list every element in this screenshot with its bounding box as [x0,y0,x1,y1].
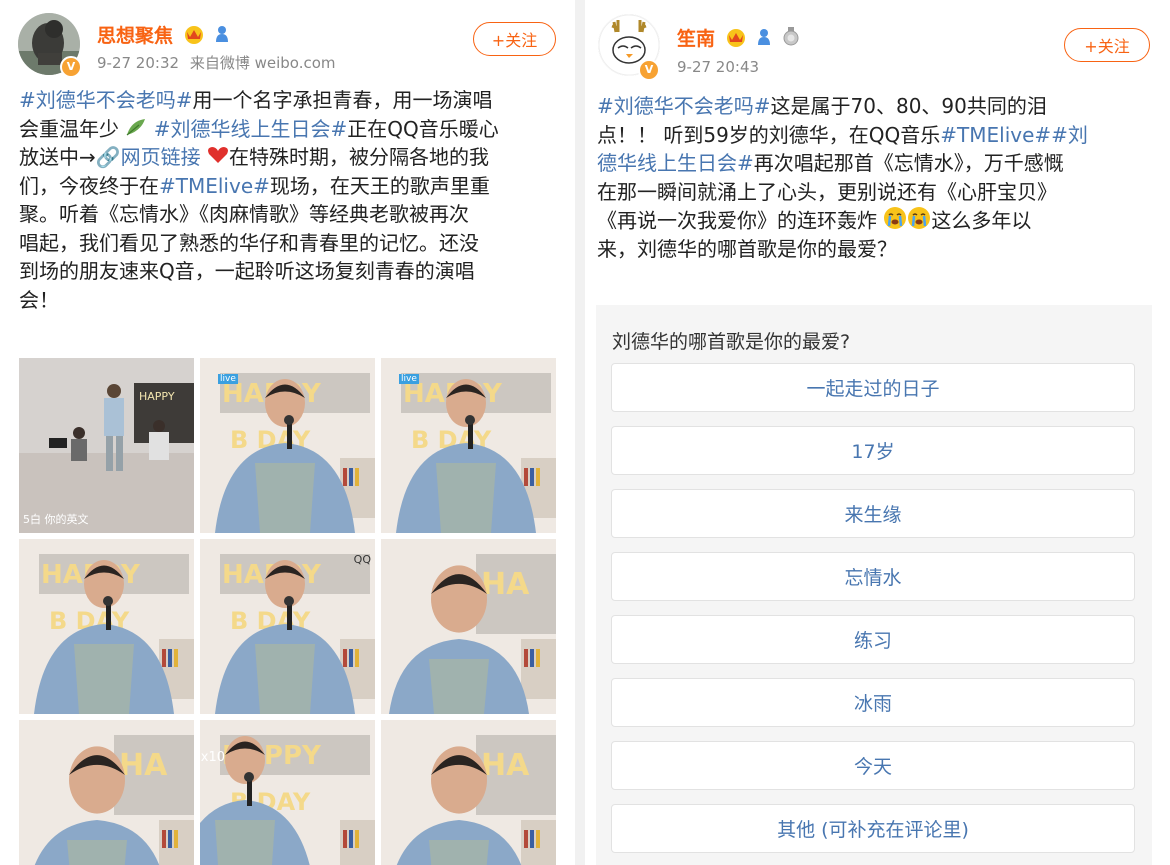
verified-badge-icon: V [60,56,82,78]
post-text-line: 《再说一次我爱你》的连环轰炸 这么多年以 [597,206,1088,235]
leaf-icon [125,116,147,145]
timestamp: 9-27 20:43 [677,58,760,76]
poll-option-button[interactable]: 冰雨 [611,678,1135,727]
photo-thumbnail[interactable]: HAPPYB DAY [19,539,194,714]
crying-face-icon [883,206,907,238]
photo-thumbnail[interactable]: HA [381,720,556,865]
text-segment: 聚。听着《忘情水》《肉麻情歌》等经典老歌被再次 [19,202,469,226]
post-text-line: #刘德华不会老吗#用一个名字承担青春，用一场演唱 [19,86,499,115]
svg-text:HA: HA [119,748,168,783]
text-segment: 会！ [19,287,59,312]
photo-thumbnail[interactable]: HAPPYB DAYlive [200,358,375,533]
photo-thumbnail[interactable]: HAPPY B DAY x10 [200,720,375,865]
photo-thumbnail[interactable]: HAPPYB DAYlive [381,358,556,533]
follow-button[interactable]: +关注 [473,22,556,56]
username[interactable]: 思想聚焦 [97,21,230,49]
text-segment: 唱起，我们看见了熟悉的华仔和青春里的记忆。还没 [19,230,479,255]
post-meta: 9-27 20:43 [677,58,759,76]
text-segment: 用一个名字承担青春，用一场演唱 [192,88,493,112]
photo-thumbnail[interactable]: HAPPY 5白 你的英文 [19,358,194,533]
post-text-line: 会重温年少 #刘德华线上生日会#正在QQ音乐暖心 [19,115,499,144]
username[interactable]: 笙南 [677,24,800,52]
web-link[interactable]: 🔗网页链接 [96,145,201,169]
verified-badge-icon: V [638,59,660,81]
poll-card: 刘德华的哪首歌是你的最爱? 一起走过的日子 17岁来生缘忘情水练习冰雨今天其他 (… [596,305,1152,865]
text-segment: 会重温年少 [19,116,126,141]
poll-option-button[interactable]: 其他 (可补充在评论里) [611,804,1135,853]
photo-overlay-label: x10 [200,750,225,765]
crown-badge-icon [183,24,205,49]
poll-option-button[interactable]: 17岁 [611,426,1135,475]
text-segment: 在特殊时期，被分隔各地的我 [229,145,490,169]
photo-overlay-label: QQ [353,553,371,566]
text-segment: 来，刘德华的哪首歌是你的最爱？ [597,236,897,261]
post-text-line: 放送中→🔗网页链接 在特殊时期，被分隔各地的我 [19,143,499,172]
photo-overlay-label: 5白 你的英文 [23,513,89,526]
post-meta: 9-27 20:32 来自微博 weibo.com [97,52,336,73]
photo-thumbnail[interactable]: HA [19,720,194,865]
post-text-line: 到场的朋友速来Q音，一起聆听这场复刻青春的演唱 [19,257,499,286]
text-segment: 们，今夜终于在 [19,173,159,198]
poll-question: 刘德华的哪首歌是你的最爱? [612,331,851,353]
photo-overlay-label: live [218,374,238,384]
hashtag-link[interactable]: #刘德华不会老吗# [597,94,771,118]
text-segment: 《再说一次我爱你》的连环轰炸 [597,208,884,233]
post-text-line: 唱起，我们看见了熟悉的华仔和青春里的记忆。还没 [19,229,499,258]
post-text-line: 聚。听着《忘情水》《肉麻情歌》等经典老歌被再次 [19,200,499,229]
photo-thumbnail[interactable]: HA [381,539,556,714]
poll-option-button[interactable]: 今天 [611,741,1135,790]
hashtag-link[interactable]: #刘德华线上生日会# [154,117,348,141]
post-source[interactable]: 来自微博 weibo.com [190,54,336,72]
text-segment: 点！！ 听到59岁的刘德华，在QQ音乐 [597,122,941,147]
text-segment: 现场，在天王的歌声里重 [269,173,490,198]
hashtag-link[interactable]: #TMElive##刘 [940,123,1088,147]
hashtag-link[interactable]: #刘德华不会老吗# [19,88,193,112]
post-text-line: 德华线上生日会#再次唱起那首《忘情水》，万千感慨 [597,149,1088,178]
post-text-line: 点！！ 听到59岁的刘德华，在QQ音乐#TMElive##刘 [597,121,1088,150]
text-segment: 这么多年以 [931,208,1032,233]
membership-badge-icon [756,27,772,52]
crown-badge-icon [725,27,747,52]
post-text-line: 们，今夜终于在#TMElive#现场，在天王的歌声里重 [19,172,499,201]
text-segment: 在那一瞬间就涌上了心头，更别说还有《心肝宝贝》 [597,179,1057,204]
membership-badge-icon [214,24,230,49]
svg-text:HA: HA [481,567,530,602]
photo-overlay-label: live [399,374,419,384]
svg-text:HA: HA [481,748,530,783]
medal-badge-icon [782,27,800,52]
post-text-line: 在那一瞬间就涌上了心头，更别说还有《心肝宝贝》 [597,178,1088,207]
poll-option-button[interactable]: 练习 [611,615,1135,664]
crying-face-icon [907,206,931,238]
poll-option-button[interactable]: 来生缘 [611,489,1135,538]
left-post-card: V 思想聚焦 9-27 20:32 来自微博 weibo.com +关注 #刘德… [0,0,575,865]
text-segment: 再次唱起那首《忘情水》，万千感慨 [753,151,1064,175]
post-text-line: 来，刘德华的哪首歌是你的最爱？ [597,235,1088,264]
hashtag-link[interactable]: #TMElive# [159,174,270,198]
text-segment: 到场的朋友速来Q音，一起聆听这场复刻青春的演唱 [19,259,475,283]
poll-option-button[interactable]: 一起走过的日子 [611,363,1135,412]
hashtag-link[interactable]: 德华线上生日会# [597,151,754,175]
text-segment: 放送中→ [19,145,96,169]
post-text: #刘德华不会老吗#这是属于70、80、90共同的泪 点！！ 听到59岁的刘德华，在… [597,92,1088,263]
text-segment: 这是属于70、80、90共同的泪 [770,94,1047,118]
timestamp: 9-27 20:32 [97,54,180,72]
svg-text:HAPPY: HAPPY [139,390,175,403]
photo-thumbnail[interactable]: HAPPYB DAYQQ [200,539,375,714]
post-text: #刘德华不会老吗#用一个名字承担青春，用一场演唱 会重温年少 #刘德华线上生日会#… [19,86,499,314]
follow-button[interactable]: +关注 [1064,28,1150,62]
text-segment: 正在QQ音乐暖心 [347,116,499,141]
post-text-line: #刘德华不会老吗#这是属于70、80、90共同的泪 [597,92,1088,121]
heart-icon [207,144,229,173]
poll-option-button[interactable]: 忘情水 [611,552,1135,601]
post-text-line: 会！ [19,286,499,315]
